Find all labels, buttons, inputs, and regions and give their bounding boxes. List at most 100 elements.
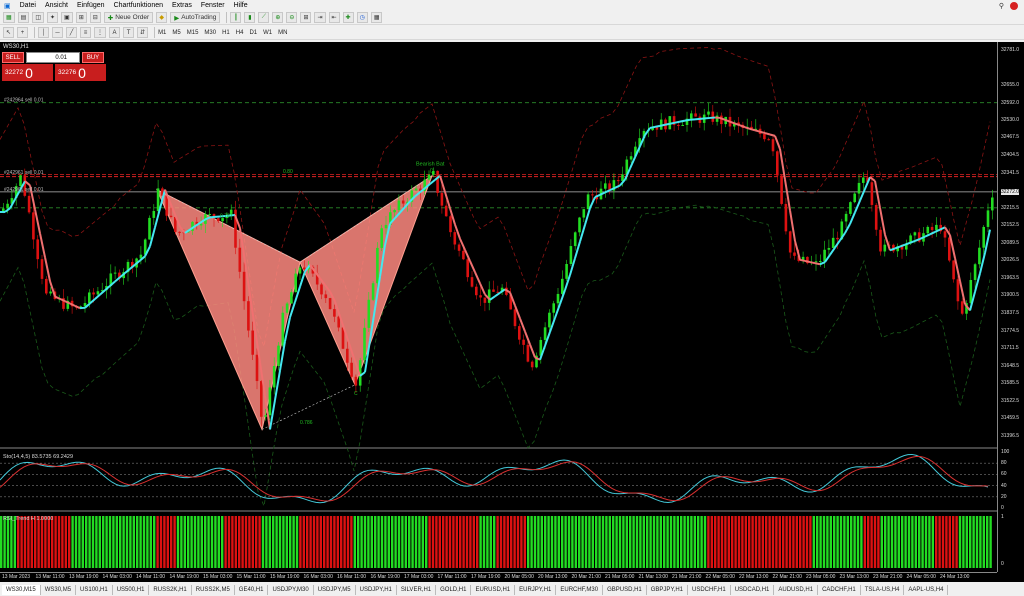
chart-tab[interactable]: USDJPY,M5 — [314, 585, 356, 595]
channel-icon[interactable]: ≡ — [80, 27, 92, 38]
trend-bar — [190, 516, 193, 568]
chart-tab[interactable]: USDJPY,H1 — [356, 585, 397, 595]
menu-view[interactable]: Ansicht — [45, 2, 68, 9]
tester-icon[interactable]: ⊟ — [89, 12, 101, 23]
zoom-out-icon[interactable]: ⊖ — [286, 12, 298, 23]
timeframe-h1[interactable]: H1 — [222, 30, 230, 36]
search-icon[interactable]: ⚲ — [999, 2, 1004, 10]
chart-tab[interactable]: EURCHF,M30 — [556, 585, 604, 595]
new-chart-icon[interactable]: ▦ — [3, 12, 15, 23]
timeframe-w1[interactable]: W1 — [263, 30, 272, 36]
trendline-icon[interactable]: ╱ — [66, 27, 78, 38]
candle-chart-icon[interactable]: ▮ — [244, 12, 256, 23]
chart-tab[interactable]: USDCHF,H1 — [688, 585, 731, 595]
chart-tab[interactable]: GE40,H1 — [235, 585, 269, 595]
price-chart[interactable]: #242964 sell 0.01 #242961 sell 0.01 #24296… — [0, 42, 997, 572]
chart-tab[interactable]: RUSS2K,M5 — [192, 585, 235, 595]
trend-bar — [666, 516, 669, 568]
sell-button[interactable]: SELL — [2, 52, 24, 63]
moving-average-segment — [69, 302, 76, 307]
trend-bar — [530, 516, 533, 568]
arrows-icon[interactable]: ⇵ — [137, 27, 149, 38]
chart-tab[interactable]: TSLA-US,H4 — [861, 585, 905, 595]
timeframe-h4[interactable]: H4 — [236, 30, 244, 36]
price-axis[interactable]: 32781.0 32655.0 32592.0 32530.0 32467.5 32404… — [997, 42, 1024, 572]
chart-tab[interactable]: GBPUSD,H1 — [603, 585, 647, 595]
new-order-button[interactable]: ✚ Neue Order — [103, 12, 154, 23]
sell-price-box[interactable]: 32272 0 — [2, 64, 53, 81]
autotrading-button[interactable]: ▶ AutoTrading — [170, 12, 221, 23]
autoscroll-icon[interactable]: ⇥ — [314, 12, 326, 23]
trend-bar — [771, 516, 775, 568]
market-watch-icon[interactable]: ◫ — [32, 12, 45, 23]
chart-tab[interactable]: EURUSD,H1 — [471, 585, 516, 595]
chart-tab[interactable]: GOLD,H1 — [436, 585, 472, 595]
timeframe-mn[interactable]: MN — [278, 30, 287, 36]
time-tick-label: 13 Mar 2023 — [2, 574, 31, 580]
label-icon[interactable]: T — [123, 27, 135, 38]
chart-tab[interactable]: US500,H1 — [113, 585, 150, 595]
trend-bar — [13, 516, 16, 568]
chart-shift-icon[interactable]: ⇤ — [328, 12, 340, 23]
chart-tab[interactable]: AUDUSD,H1 — [774, 585, 819, 595]
time-tick-label: 16 Mar 19:00 — [370, 574, 400, 580]
moving-average-segment — [929, 231, 936, 236]
buy-price-box[interactable]: 32276 0 — [55, 64, 106, 81]
bar-chart-icon[interactable]: ┃ — [230, 12, 242, 23]
fibonacci-icon[interactable]: ⋮ — [94, 27, 107, 38]
chart-tab[interactable]: WS30,M15 — [2, 585, 41, 595]
horizontal-line-icon[interactable]: ─ — [52, 27, 64, 38]
candle-body — [440, 192, 444, 206]
indicators-icon[interactable]: ✚ — [342, 12, 354, 23]
navigator-icon[interactable]: ✦ — [47, 12, 59, 23]
templates-icon[interactable]: ▦ — [370, 12, 383, 23]
cursor-icon[interactable]: ↖ — [3, 27, 15, 38]
profiles-icon[interactable]: ▤ — [17, 12, 30, 23]
time-tick-label: 14 Mar 03:00 — [102, 574, 132, 580]
timeframe-m30[interactable]: M30 — [204, 30, 216, 36]
trend-bar — [448, 516, 452, 568]
notification-icon[interactable] — [1010, 1, 1018, 10]
trend-bar — [255, 516, 258, 568]
chart-tab[interactable]: US100,H1 — [76, 585, 113, 595]
chart-window[interactable]: #242964 sell 0.01 #242961 sell 0.01 #24296… — [0, 42, 1024, 582]
menu-file[interactable]: Datei — [20, 2, 36, 9]
chart-tab[interactable]: USDCAD,H1 — [731, 585, 775, 595]
menu-charts[interactable]: Chartfunktionen — [114, 2, 163, 9]
terminal-icon[interactable]: ⊞ — [75, 12, 87, 23]
vertical-line-icon[interactable]: │ — [38, 27, 50, 38]
buy-button[interactable]: BUY — [82, 52, 104, 63]
timeframe-m1[interactable]: M1 — [158, 30, 166, 36]
timeframe-m5[interactable]: M5 — [172, 30, 180, 36]
text-icon[interactable]: A — [109, 27, 121, 38]
crosshair-icon[interactable]: + — [17, 27, 29, 38]
timeframe-d1[interactable]: D1 — [249, 30, 257, 36]
candle-body — [449, 216, 452, 233]
chart-tab[interactable]: GBPJPY,H1 — [647, 585, 689, 595]
menu-help[interactable]: Hilfe — [234, 2, 248, 9]
periods-icon[interactable]: ◷ — [356, 12, 368, 23]
line-chart-icon[interactable]: ⟋ — [258, 12, 270, 23]
menu-tools[interactable]: Extras — [172, 2, 192, 9]
chart-tab[interactable]: WS30,M5 — [41, 585, 77, 595]
sell-price-prefix: 32272 — [5, 69, 24, 76]
chart-tab[interactable]: USDJPY,M30 — [268, 585, 314, 595]
tile-windows-icon[interactable]: ⊞ — [300, 12, 312, 23]
lot-size-input[interactable]: 0.01 — [26, 52, 80, 63]
metaeditor-icon[interactable]: ◆ — [156, 12, 168, 23]
menu-window[interactable]: Fenster — [201, 2, 225, 9]
chart-tab[interactable]: SILVER,H1 — [397, 585, 437, 595]
chart-tab[interactable]: RUSS2K,H1 — [149, 585, 192, 595]
data-window-icon[interactable]: ▣ — [61, 12, 73, 23]
menu-app-icon[interactable]: ▣ — [4, 2, 11, 10]
timeframe-m15[interactable]: M15 — [187, 30, 199, 36]
trend-bar — [707, 516, 710, 568]
candle-body — [19, 175, 22, 187]
chart-tab[interactable]: EURJPY,H1 — [515, 585, 557, 595]
trend-bar — [731, 516, 734, 568]
zoom-in-icon[interactable]: ⊕ — [272, 12, 284, 23]
menu-insert[interactable]: Einfügen — [77, 2, 105, 9]
time-axis[interactable]: 13 Mar 2023 13 Mar 11:00 13 Mar 19:00 14 Ma… — [0, 572, 997, 582]
chart-tab[interactable]: CADCHF,H1 — [818, 585, 861, 595]
chart-tab[interactable]: AAPL-US,H4 — [904, 585, 949, 595]
